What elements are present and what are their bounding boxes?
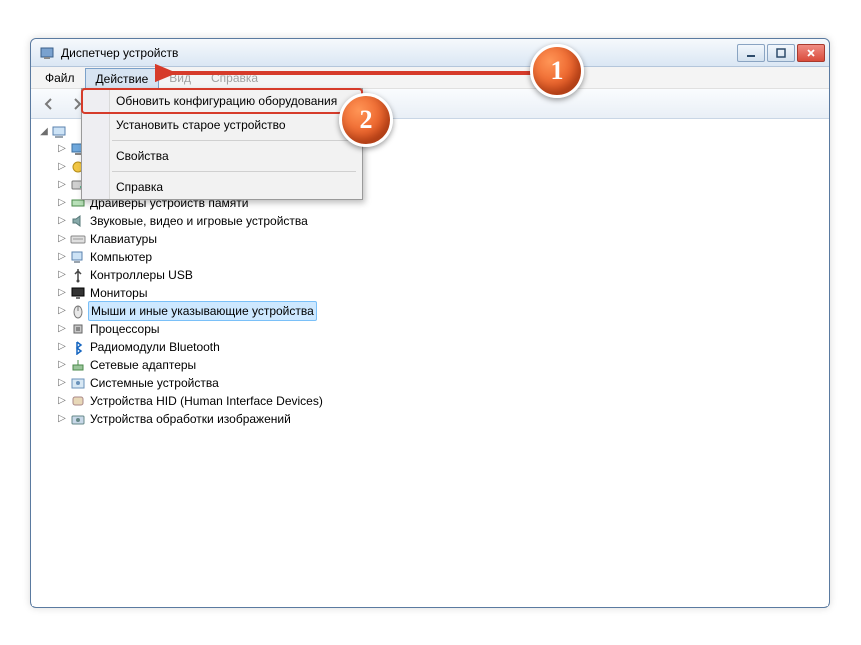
titlebar: Диспетчер устройств (31, 39, 829, 67)
computer-icon (70, 249, 86, 265)
hid-icon (70, 393, 86, 409)
window-controls (737, 44, 825, 62)
callout-2: 2 (339, 93, 393, 147)
tree-node-label: Устройства обработки изображений (88, 410, 293, 428)
tree-node-label: Мыши и иные указывающие устройства (88, 301, 317, 321)
tree-node[interactable]: ▷ Системные устройства (38, 374, 822, 392)
tree-node-label: Клавиатуры (88, 230, 159, 248)
expand-icon[interactable]: ▷ (56, 215, 68, 227)
imaging-icon (70, 411, 86, 427)
menu-scan-hardware[interactable]: Обновить конфигурацию оборудования (82, 89, 362, 113)
cpu-icon (70, 321, 86, 337)
expand-icon[interactable]: ▷ (56, 269, 68, 281)
mouse-icon (70, 303, 86, 319)
dropdown-separator (112, 171, 356, 172)
tree-node[interactable]: ▷ Радиомодули Bluetooth (38, 338, 822, 356)
expand-icon[interactable]: ▷ (56, 197, 68, 209)
tree-node[interactable]: ▷ Процессоры (38, 320, 822, 338)
sound-icon (70, 213, 86, 229)
menu-help[interactable]: Справка (201, 67, 268, 88)
expand-icon[interactable]: ▷ (56, 359, 68, 371)
tree-node[interactable]: ▷ Мониторы (38, 284, 822, 302)
bluetooth-icon (70, 339, 86, 355)
collapse-icon[interactable]: ◢ (38, 126, 50, 138)
monitor-icon (70, 285, 86, 301)
tree-node-label: Контроллеры USB (88, 266, 195, 284)
tree-node-label: Компьютер (88, 248, 154, 266)
system-icon (70, 375, 86, 391)
tree-node-label: Радиомодули Bluetooth (88, 338, 222, 356)
expand-icon[interactable]: ▷ (56, 233, 68, 245)
action-dropdown: Обновить конфигурацию оборудования Устан… (81, 88, 363, 200)
tree-node[interactable]: ▷ Контроллеры USB (38, 266, 822, 284)
tree-node-label: Звуковые, видео и игровые устройства (88, 212, 310, 230)
menubar: Файл Действие Вид Справка (31, 67, 829, 89)
expand-icon[interactable]: ▷ (56, 287, 68, 299)
menu-action[interactable]: Действие (85, 68, 160, 88)
app-icon (39, 45, 55, 61)
expand-icon[interactable]: ▷ (56, 341, 68, 353)
tree-node-label: Процессоры (88, 320, 162, 338)
tree-node[interactable]: ▷ Мыши и иные указывающие устройства (38, 302, 822, 320)
expand-icon[interactable]: ▷ (56, 161, 68, 173)
tree-node[interactable]: ▷ Звуковые, видео и игровые устройства (38, 212, 822, 230)
expand-icon[interactable]: ▷ (56, 179, 68, 191)
window-title: Диспетчер устройств (61, 46, 737, 60)
callout-1: 1 (530, 44, 584, 98)
expand-icon[interactable]: ▷ (56, 143, 68, 155)
menu-properties[interactable]: Свойства (82, 144, 362, 168)
close-button[interactable] (797, 44, 825, 62)
tree-node-label: Сетевые адаптеры (88, 356, 198, 374)
tree-node[interactable]: ▷ Устройства обработки изображений (38, 410, 822, 428)
expand-icon[interactable]: ▷ (56, 377, 68, 389)
tree-node[interactable]: ▷ Клавиатуры (38, 230, 822, 248)
tree-node-label: Системные устройства (88, 374, 221, 392)
minimize-button[interactable] (737, 44, 765, 62)
network-icon (70, 357, 86, 373)
expand-icon[interactable]: ▷ (56, 395, 68, 407)
tree-node[interactable]: ▷ Устройства HID (Human Interface Devices… (38, 392, 822, 410)
usb-icon (70, 267, 86, 283)
keyboard-icon (70, 231, 86, 247)
expand-icon[interactable]: ▷ (56, 323, 68, 335)
expand-icon[interactable]: ▷ (56, 251, 68, 263)
menu-action-help[interactable]: Справка (82, 175, 362, 199)
expand-icon[interactable]: ▷ (56, 305, 68, 317)
expand-icon[interactable]: ▷ (56, 413, 68, 425)
computer-root-icon (52, 124, 68, 140)
tree-node-label: Устройства HID (Human Interface Devices) (88, 392, 325, 410)
maximize-button[interactable] (767, 44, 795, 62)
menu-view[interactable]: Вид (159, 67, 201, 88)
menu-file[interactable]: Файл (35, 67, 85, 88)
dropdown-separator (112, 140, 356, 141)
tree-node-label: Мониторы (88, 284, 149, 302)
menu-add-legacy[interactable]: Установить старое устройство (82, 113, 362, 137)
tree-node[interactable]: ▷ Сетевые адаптеры (38, 356, 822, 374)
tree-node[interactable]: ▷ Компьютер (38, 248, 822, 266)
nav-back-button[interactable] (37, 92, 61, 116)
